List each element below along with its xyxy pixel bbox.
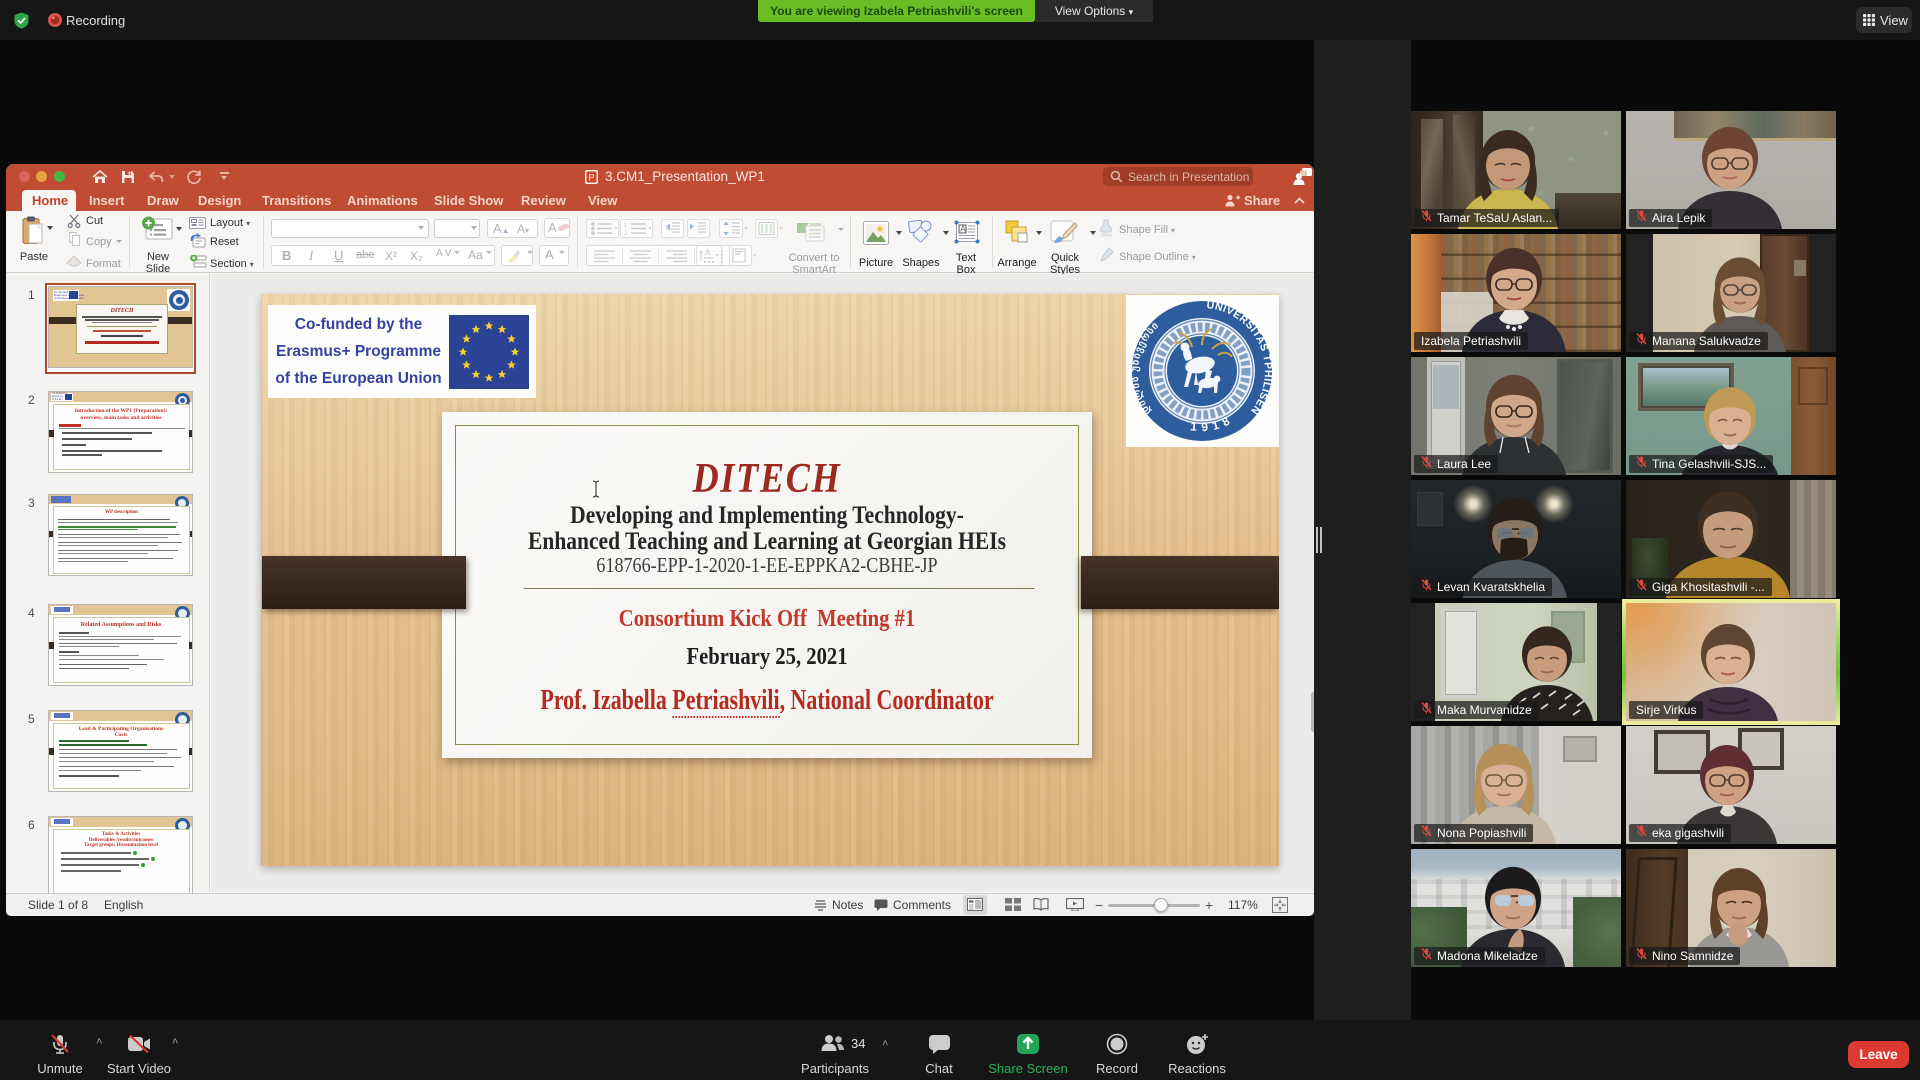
svg-text:A: A: [960, 225, 966, 234]
svg-text:A: A: [705, 248, 711, 257]
svg-text:P: P: [588, 173, 594, 183]
